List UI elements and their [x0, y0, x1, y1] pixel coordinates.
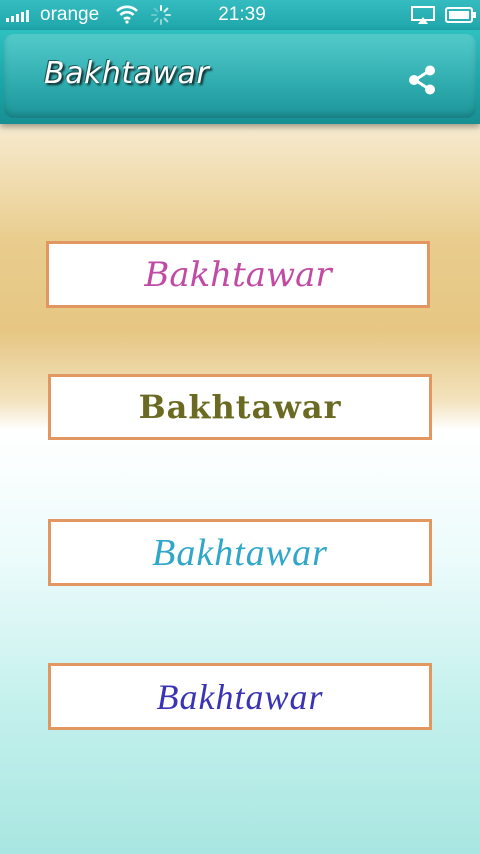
- airplay-icon: [411, 6, 435, 24]
- activity-icon: [151, 5, 171, 25]
- font-option-label: Bakhtawar: [138, 388, 342, 426]
- signal-icon: [6, 10, 29, 22]
- font-option-label: Bakhtawar: [156, 676, 324, 717]
- app-title: Bakhtawar: [44, 56, 210, 91]
- font-option-1[interactable]: Bakhtawar: [46, 241, 430, 308]
- share-button[interactable]: [400, 58, 444, 102]
- clock: 21:39: [218, 4, 266, 25]
- battery-icon: [445, 7, 476, 23]
- action-bar: Bakhtawar: [0, 30, 480, 124]
- share-icon: [409, 65, 435, 95]
- font-option-3[interactable]: Bakhtawar: [48, 519, 432, 586]
- font-option-4[interactable]: Bakhtawar: [48, 663, 432, 730]
- font-option-2[interactable]: Bakhtawar: [48, 374, 432, 440]
- status-bar: orange 21:39: [0, 0, 480, 30]
- carrier-name: orange: [40, 4, 100, 25]
- font-option-label: Bakhtawar: [152, 531, 328, 574]
- font-option-label: Bakhtawar: [144, 254, 332, 295]
- wifi-icon: [116, 5, 138, 24]
